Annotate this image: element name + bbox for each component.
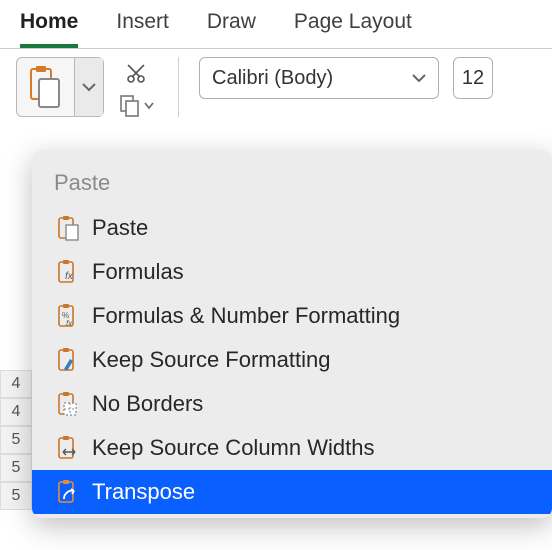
menu-item-label: Formulas & Number Formatting bbox=[92, 303, 400, 329]
svg-text:fx: fx bbox=[66, 319, 73, 328]
menu-item-label: Formulas bbox=[92, 259, 184, 285]
menu-item-label: No Borders bbox=[92, 391, 203, 417]
menu-item-label: Paste bbox=[92, 215, 148, 241]
clipboard-column-width-icon bbox=[54, 433, 82, 463]
paste-split-button[interactable] bbox=[16, 57, 104, 117]
clipboard-transpose-icon bbox=[54, 477, 82, 507]
toolbar-divider bbox=[178, 57, 179, 117]
menu-item-label: Keep Source Formatting bbox=[92, 347, 330, 373]
menu-item-formulas[interactable]: fx Formulas bbox=[32, 250, 552, 294]
clipboard-tools bbox=[110, 57, 158, 119]
paste-dropdown-toggle[interactable] bbox=[74, 58, 103, 116]
menu-item-formulas-number-formatting[interactable]: % fx Formulas & Number Formatting bbox=[32, 294, 552, 338]
cut-button[interactable] bbox=[116, 61, 158, 87]
clipboard-icon bbox=[27, 65, 63, 109]
clipboard-fx-icon: fx bbox=[54, 257, 82, 287]
menu-item-keep-source-column-widths[interactable]: Keep Source Column Widths bbox=[32, 426, 552, 470]
row-header[interactable]: 4 bbox=[0, 370, 32, 398]
font-family-value: Calibri (Body) bbox=[212, 67, 333, 90]
ribbon-tabs: Home Insert Draw Page Layout bbox=[0, 0, 552, 49]
copy-button[interactable] bbox=[116, 93, 158, 119]
paste-button[interactable] bbox=[17, 58, 74, 116]
row-header[interactable]: 4 bbox=[0, 398, 32, 426]
paste-dropdown-menu: Paste Paste fx Formulas % f bbox=[32, 150, 552, 518]
clipboard-brush-icon bbox=[54, 345, 82, 375]
row-header-gutter: 4 4 5 5 5 bbox=[0, 370, 32, 510]
menu-section-header: Paste bbox=[32, 162, 552, 206]
menu-item-no-borders[interactable]: No Borders bbox=[32, 382, 552, 426]
chevron-down-icon bbox=[412, 73, 426, 83]
row-header[interactable]: 5 bbox=[0, 454, 32, 482]
menu-item-label: Transpose bbox=[92, 479, 195, 505]
row-header[interactable]: 5 bbox=[0, 482, 32, 510]
menu-item-label: Keep Source Column Widths bbox=[92, 435, 374, 461]
chevron-down-icon bbox=[82, 82, 96, 92]
toolbar: Calibri (Body) 12 bbox=[0, 49, 552, 133]
menu-item-keep-source-formatting[interactable]: Keep Source Formatting bbox=[32, 338, 552, 382]
copy-icon bbox=[120, 95, 140, 117]
clipboard-percent-fx-icon: % fx bbox=[54, 301, 82, 331]
font-size-select[interactable]: 12 bbox=[453, 57, 493, 99]
font-family-select[interactable]: Calibri (Body) bbox=[199, 57, 439, 99]
tab-home[interactable]: Home bbox=[20, 10, 78, 48]
clipboard-icon bbox=[54, 213, 82, 243]
tab-insert[interactable]: Insert bbox=[116, 10, 169, 48]
clipboard-noborders-icon bbox=[54, 389, 82, 419]
row-header[interactable]: 5 bbox=[0, 426, 32, 454]
svg-text:fx: fx bbox=[65, 271, 74, 282]
tab-page-layout[interactable]: Page Layout bbox=[294, 10, 412, 48]
font-size-value: 12 bbox=[462, 67, 484, 90]
menu-item-paste[interactable]: Paste bbox=[32, 206, 552, 250]
chevron-down-icon bbox=[144, 102, 154, 110]
tab-draw[interactable]: Draw bbox=[207, 10, 256, 48]
scissors-icon bbox=[126, 63, 148, 85]
menu-item-transpose[interactable]: Transpose bbox=[32, 470, 552, 514]
